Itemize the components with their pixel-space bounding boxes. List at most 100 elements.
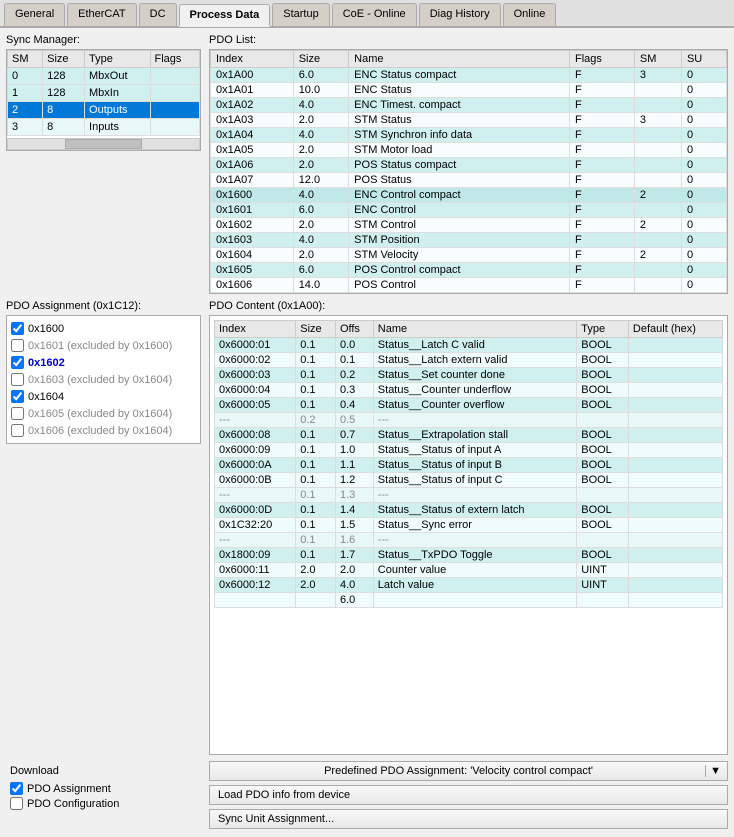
- table-row[interactable]: 0x1A024.0ENC Timest. compactF0: [211, 98, 727, 113]
- table-row[interactable]: 0x6000:050.10.4Status__Counter overflowB…: [215, 398, 723, 413]
- pdo-assignment-item-checkbox[interactable]: [11, 356, 24, 369]
- pdo-assignment-item-label: 0x1604: [28, 391, 64, 403]
- pdo-assignment-panel: 0x1600 0x1601 (excluded by 0x1600) 0x1602 0…: [6, 315, 201, 444]
- sm-scrollbar[interactable]: [7, 138, 200, 150]
- sync-manager-section: Sync Manager: SM Size Type Flags 0128Mbx…: [6, 34, 201, 294]
- tab-startup[interactable]: Startup: [272, 3, 329, 26]
- table-row[interactable]: ---0.11.3---: [215, 488, 723, 503]
- pc-col-index: Index: [215, 321, 296, 338]
- pdo-content-section: PDO Content (0x1A00): Index Size Offs Na…: [209, 300, 728, 755]
- sync-manager-label: Sync Manager:: [6, 34, 201, 46]
- table-row[interactable]: 0x160614.0POS ControlF0: [211, 278, 727, 293]
- pdo-col-name: Name: [349, 51, 570, 68]
- pc-col-type: Type: [577, 321, 629, 338]
- table-row[interactable]: 0x1A0110.0ENC StatusF0: [211, 83, 727, 98]
- tab-dc[interactable]: DC: [139, 3, 177, 26]
- pdo-assignment-item-checkbox[interactable]: [11, 339, 24, 352]
- main-content: Sync Manager: SM Size Type Flags 0128Mbx…: [0, 28, 734, 835]
- sync-unit-button[interactable]: Sync Unit Assignment...: [209, 809, 728, 829]
- table-row[interactable]: 0x6000:122.04.0Latch valueUINT: [215, 578, 723, 593]
- pdo-assignment-item-checkbox[interactable]: [11, 390, 24, 403]
- table-row[interactable]: 28Outputs: [8, 102, 200, 119]
- sync-manager-panel: SM Size Type Flags 0128MbxOut1128MbxIn28…: [6, 49, 201, 151]
- pc-col-offs: Offs: [335, 321, 373, 338]
- pdo-assignment-section: PDO Assignment (0x1C12): 0x1600 0x1601 (e…: [6, 300, 201, 755]
- pdo-assignment-item-checkbox[interactable]: [11, 322, 24, 335]
- pdo-assignment-item-checkbox[interactable]: [11, 424, 24, 437]
- pdo-assignment-checkbox[interactable]: [10, 782, 23, 795]
- table-row[interactable]: ---0.11.6---: [215, 533, 723, 548]
- load-pdo-button[interactable]: Load PDO info from device: [209, 785, 728, 805]
- pdo-assignment-item-checkbox[interactable]: [11, 407, 24, 420]
- pdo-content-panel: Index Size Offs Name Type Default (hex) …: [209, 315, 728, 755]
- list-item: 0x1602: [11, 354, 196, 371]
- table-row[interactable]: 0x6000:080.10.7Status__Extrapolation sta…: [215, 428, 723, 443]
- tab-general[interactable]: General: [4, 3, 65, 26]
- pdo-assignment-checkbox-row: PDO Assignment: [10, 781, 197, 796]
- tab-online[interactable]: Online: [503, 3, 557, 26]
- table-row[interactable]: 0x6000:112.02.0Counter valueUINT: [215, 563, 723, 578]
- table-row[interactable]: 0x1A062.0POS Status compactF0: [211, 158, 727, 173]
- pdo-content-table: Index Size Offs Name Type Default (hex) …: [214, 320, 723, 608]
- table-row[interactable]: 0x6000:0D0.11.4Status__Status of extern …: [215, 503, 723, 518]
- sm-col-size: Size: [43, 51, 85, 68]
- list-item: 0x1606 (excluded by 0x1604): [11, 422, 196, 439]
- table-row[interactable]: 0x1A032.0STM StatusF30: [211, 113, 727, 128]
- table-row[interactable]: 0x6000:0B0.11.2Status__Status of input C…: [215, 473, 723, 488]
- pdo-assignment-item-label: 0x1600: [28, 323, 64, 335]
- sm-col-type: Type: [85, 51, 150, 68]
- table-row[interactable]: 0x1A006.0ENC Status compactF30: [211, 68, 727, 83]
- pdo-list-label: PDO List:: [209, 34, 728, 46]
- pdo-assignment-item-label: 0x1602: [28, 357, 65, 369]
- pdo-configuration-checkbox[interactable]: [10, 797, 23, 810]
- pdo-assignment-item-checkbox[interactable]: [11, 373, 24, 386]
- table-row[interactable]: 0x6000:030.10.2Status__Set counter doneB…: [215, 368, 723, 383]
- table-row[interactable]: 0x1A0712.0POS StatusF0: [211, 173, 727, 188]
- table-row[interactable]: 0x16022.0STM ControlF20: [211, 218, 727, 233]
- pdo-configuration-checkbox-row: PDO Configuration: [10, 796, 197, 811]
- list-item: 0x1600: [11, 320, 196, 337]
- list-item: 0x1604: [11, 388, 196, 405]
- table-row[interactable]: 0x6000:0A0.11.1Status__Status of input B…: [215, 458, 723, 473]
- table-row[interactable]: 0x6000:090.11.0Status__Status of input A…: [215, 443, 723, 458]
- right-buttons: Predefined PDO Assignment: 'Velocity con…: [209, 761, 728, 829]
- table-row[interactable]: 38Inputs: [8, 119, 200, 136]
- pc-col-default: Default (hex): [628, 321, 722, 338]
- pdo-assignment-label: PDO Assignment (0x1C12):: [6, 300, 201, 312]
- tab-diag-history[interactable]: Diag History: [419, 3, 501, 26]
- top-panels: Sync Manager: SM Size Type Flags 0128Mbx…: [6, 34, 728, 294]
- table-row[interactable]: 6.0: [215, 593, 723, 608]
- table-row[interactable]: 0x16042.0STM VelocityF20: [211, 248, 727, 263]
- table-row[interactable]: 0x16016.0ENC ControlF0: [211, 203, 727, 218]
- pdo-col-su: SU: [681, 51, 726, 68]
- pdo-col-sm: SM: [634, 51, 681, 68]
- tab-process-data[interactable]: Process Data: [179, 4, 271, 27]
- list-item: 0x1605 (excluded by 0x1604): [11, 405, 196, 422]
- table-row[interactable]: ---0.20.5---: [215, 413, 723, 428]
- tab-ethercat[interactable]: EtherCAT: [67, 3, 136, 26]
- table-row[interactable]: 0128MbxOut: [8, 68, 200, 85]
- pdo-assignment-item-label: 0x1601 (excluded by 0x1600): [28, 340, 172, 352]
- pdo-assignment-checkbox-label: PDO Assignment: [27, 783, 111, 795]
- predefined-pdo-button[interactable]: Predefined PDO Assignment: 'Velocity con…: [209, 761, 728, 781]
- sm-col-sm: SM: [8, 51, 43, 68]
- pdo-col-flags: Flags: [570, 51, 635, 68]
- table-row[interactable]: 0x1C32:200.11.5Status__Sync errorBOOL: [215, 518, 723, 533]
- predefined-pdo-text: Predefined PDO Assignment: 'Velocity con…: [216, 765, 701, 777]
- pc-col-name: Name: [373, 321, 576, 338]
- table-row[interactable]: 0x6000:040.10.3Status__Counter underflow…: [215, 383, 723, 398]
- table-row[interactable]: 0x16034.0STM PositionF0: [211, 233, 727, 248]
- table-row[interactable]: 0x6000:010.10.0Status__Latch C validBOOL: [215, 338, 723, 353]
- pdo-list-section: PDO List: Index Size Name Flags SM SU: [209, 34, 728, 294]
- table-row[interactable]: 0x1800:090.11.7Status__TxPDO ToggleBOOL: [215, 548, 723, 563]
- table-row[interactable]: 0x1A052.0STM Motor loadF0: [211, 143, 727, 158]
- tab-coe-online[interactable]: CoE - Online: [332, 3, 417, 26]
- pdo-assignment-item-label: 0x1605 (excluded by 0x1604): [28, 408, 172, 420]
- download-panel: Download PDO Assignment PDO Configuratio…: [6, 761, 201, 815]
- table-row[interactable]: 0x16056.0POS Control compactF0: [211, 263, 727, 278]
- pdo-col-index: Index: [211, 51, 294, 68]
- table-row[interactable]: 0x16004.0ENC Control compactF20: [211, 188, 727, 203]
- table-row[interactable]: 0x6000:020.10.1Status__Latch extern vali…: [215, 353, 723, 368]
- table-row[interactable]: 1128MbxIn: [8, 85, 200, 102]
- table-row[interactable]: 0x1A044.0STM Synchron info dataF0: [211, 128, 727, 143]
